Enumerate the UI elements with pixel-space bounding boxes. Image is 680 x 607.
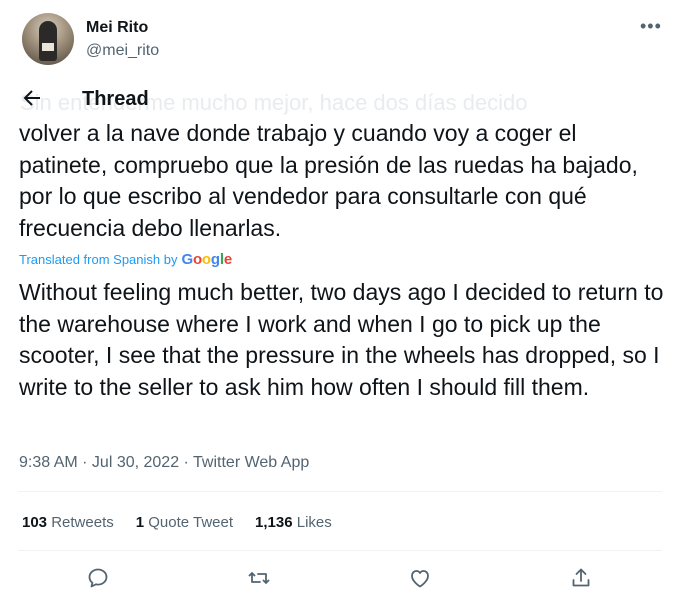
retweets-count: 103 [22,514,48,531]
likes-stat[interactable]: 1,136 Likes [255,514,332,531]
arrow-left-icon[interactable] [20,86,44,110]
retweets-label: Retweets [51,514,114,531]
divider [18,491,662,492]
retweet-icon[interactable] [247,566,271,590]
avatar-bib [42,43,54,51]
google-logo: Google [181,251,232,268]
quotes-stat[interactable]: 1 Quote Tweet [136,514,233,531]
divider [18,550,662,551]
quotes-count: 1 [135,514,145,531]
avatar[interactable] [22,13,74,65]
heart-icon[interactable] [408,566,432,590]
translated-from-label: Translated from Spanish by [19,252,178,267]
original-tweet-text: volver a la nave donde trabajo y cuando … [19,120,638,241]
more-icon[interactable]: ••• [640,16,662,37]
tweet-meta[interactable]: 9:38 AM · Jul 30, 2022 · Twitter Web App [19,454,309,472]
tweet-actions [0,566,680,594]
likes-label: Likes [296,514,332,531]
author-name[interactable]: Mei Rito [86,19,148,37]
page-title: Thread [82,88,149,110]
author-handle[interactable]: @mei_rito [86,42,159,60]
avatar-figure [39,21,57,61]
translation-attribution[interactable]: Translated from Spanish by Google [19,251,232,268]
quotes-label: Quote Tweet [148,514,234,531]
likes-count: 1,136 [255,514,293,531]
tweet-stats: 103 Retweets 1 Quote Tweet 1,136 Likes [22,514,354,531]
translated-tweet-text: Without feeling much better, two days ag… [19,279,664,400]
retweets-stat[interactable]: 103 Retweets [22,514,114,531]
reply-icon[interactable] [86,566,110,590]
share-icon[interactable] [569,566,593,590]
